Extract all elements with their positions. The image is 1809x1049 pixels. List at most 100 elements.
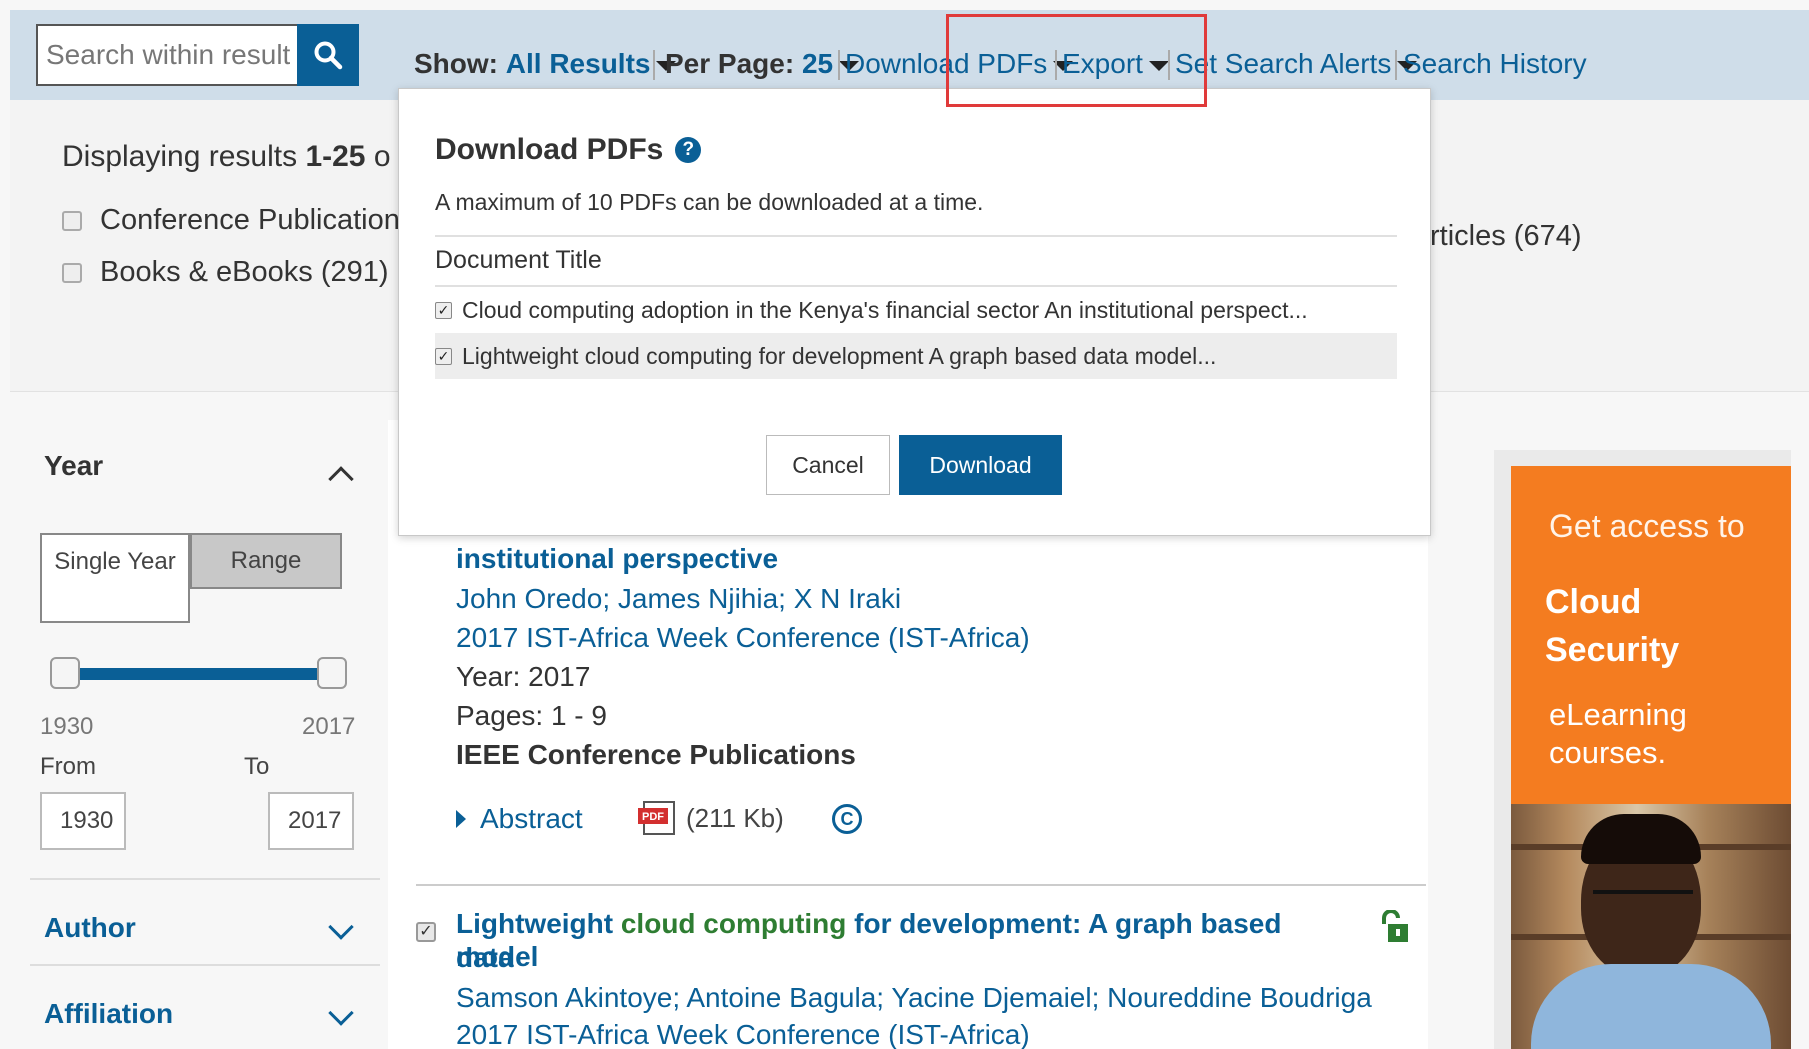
per-page-dropdown[interactable]: Per Page: 25 [665,44,860,84]
search-within-results-field[interactable] [36,24,300,86]
facet-journals-label[interactable]: rticles (674) [1430,220,1582,253]
open-lock-icon [1382,910,1408,942]
displaying-prefix: Displaying results [62,140,306,173]
year-range-slider[interactable] [60,668,328,680]
popup-title: Download PDFs ? [435,133,702,167]
result-title-line2[interactable]: model [456,940,538,974]
download-button[interactable]: Download [899,435,1062,495]
displaying-tail: o [365,140,391,173]
range-max-label: 2017 [302,713,356,740]
per-page-value: 25 [801,48,834,79]
per-page-label: Per Page: [665,48,795,79]
year-to-input[interactable]: 2017 [268,792,354,850]
search-history-link[interactable]: Search History [1403,44,1587,84]
slider-handle-min[interactable] [50,657,80,689]
pdf-link[interactable]: PDF (211 Kb) [638,800,784,836]
pdf-icon: PDF [638,801,675,835]
copyright-icon[interactable]: C [832,804,862,834]
range-min-label: 1930 [40,713,94,740]
facet-books-ebooks[interactable]: Books & eBooks (291) [62,256,389,289]
document-title: Lightweight cloud computing for developm… [462,342,1217,369]
result-publisher: IEEE Conference Publications [456,739,856,770]
toolbar-separator [1055,50,1057,80]
popup-title-text: Download PDFs [435,133,664,166]
ad-photo [1511,804,1791,1049]
chevron-up-icon[interactable] [328,466,354,492]
set-search-alerts-label: Set Search Alerts [1175,48,1392,79]
document-title-header: Document Title [435,246,602,274]
results-toolbar: Show: All Results Per Page: 25 Download … [10,10,1809,100]
ad-subline: eLearning courses. [1549,696,1687,772]
triangle-right-icon [456,810,466,828]
set-search-alerts-dropdown[interactable]: Set Search Alerts [1175,44,1418,84]
sidebar-divider [30,878,380,880]
toolbar-separator [1168,50,1170,80]
pdf-size: (211 Kb) [686,802,784,833]
result-authors[interactable]: John Oredo; James Njihia; X N Iraki [456,582,901,616]
filter-sidebar: Year Single Year Range 1930 2017 From To… [10,420,380,1049]
abstract-toggle[interactable]: Abstract [456,803,583,835]
document-row[interactable]: ✓ Cloud computing adoption in the Kenya'… [435,287,1397,333]
search-button[interactable] [297,24,359,86]
range-tab[interactable]: Range [190,533,342,589]
result-venue[interactable]: 2017 IST-Africa Week Conference (IST-Afr… [456,621,1030,655]
facet-checkbox[interactable] [62,262,82,283]
download-pdfs-label: Download PDFs [845,48,1048,79]
document-checkbox[interactable]: ✓ [435,347,452,365]
year-filter-title[interactable]: Year [44,450,103,482]
ad-photo-shirt [1531,964,1771,1049]
cancel-button[interactable]: Cancel [766,435,890,495]
ad-orange-panel: Get access to Cloud Security eLearning c… [1511,466,1791,804]
search-within-results-input[interactable] [38,26,298,84]
result-title[interactable]: Lightweight cloud computing for developm… [456,907,1336,975]
document-title: Cloud computing adoption in the Kenya's … [462,296,1308,323]
facet-checkbox[interactable] [62,210,82,231]
ad-banner[interactable]: Get access to Cloud Security eLearning c… [1494,450,1791,1049]
ad-line2: Cloud [1545,583,1642,621]
from-label: From [40,753,96,780]
year-from-input[interactable]: 1930 [40,792,126,850]
document-checkbox[interactable]: ✓ [435,301,452,319]
svg-text:PDF: PDF [642,811,664,823]
ad-headline: Cloud Security [1545,578,1679,674]
export-dropdown[interactable]: Export [1062,44,1169,84]
result-pages: Pages: 1 - 9 [456,700,607,731]
document-row[interactable]: ✓ Lightweight cloud computing for develo… [435,333,1397,379]
chevron-down-icon[interactable] [328,1000,354,1026]
show-value: All Results [505,48,651,79]
help-icon[interactable]: ? [675,137,702,163]
sidebar-divider [30,964,380,966]
chevron-down-icon[interactable] [328,914,354,940]
search-icon [314,41,343,70]
author-filter-title[interactable]: Author [44,912,136,944]
search-history-label: Search History [1403,48,1587,79]
facet-conference-publications[interactable]: Conference Publications [62,204,414,237]
toolbar-separator [838,50,840,80]
ad-photo-glasses [1593,890,1693,914]
displaying-results-text: Displaying results 1-25 o [62,140,391,174]
ad-line1: Get access to [1549,508,1745,544]
facet-label: Conference Publications [100,204,415,236]
affiliation-filter-title[interactable]: Affiliation [44,998,173,1030]
result-venue[interactable]: 2017 IST-Africa Week Conference (IST-Afr… [456,1018,1030,1049]
toolbar-separator [1395,50,1397,80]
slider-handle-max[interactable] [317,657,347,689]
ad-line3: Security [1545,631,1680,669]
ad-line5: courses. [1549,735,1667,770]
displaying-range: 1-25 [305,140,366,173]
show-label: Show: [414,48,498,79]
result-year: Year: 2017 [456,661,591,692]
popup-subtitle: A maximum of 10 PDFs can be downloaded a… [435,189,984,215]
caret-down-icon [1148,60,1169,71]
result-title[interactable]: institutional perspective [456,542,778,576]
download-pdfs-dropdown[interactable]: Download PDFs [845,44,1074,84]
result-checkbox[interactable]: ✓ [416,922,436,942]
single-year-tab[interactable]: Single Year [40,533,190,623]
show-dropdown[interactable]: Show: All Results [414,44,677,84]
title-highlight: cloud computing [620,908,847,939]
popup-divider [435,235,1397,237]
title-part: Lightweight [456,908,621,939]
export-label: Export [1062,48,1143,79]
to-label: To [244,753,270,780]
result-authors[interactable]: Samson Akintoye; Antoine Bagula; Yacine … [456,981,1372,1015]
